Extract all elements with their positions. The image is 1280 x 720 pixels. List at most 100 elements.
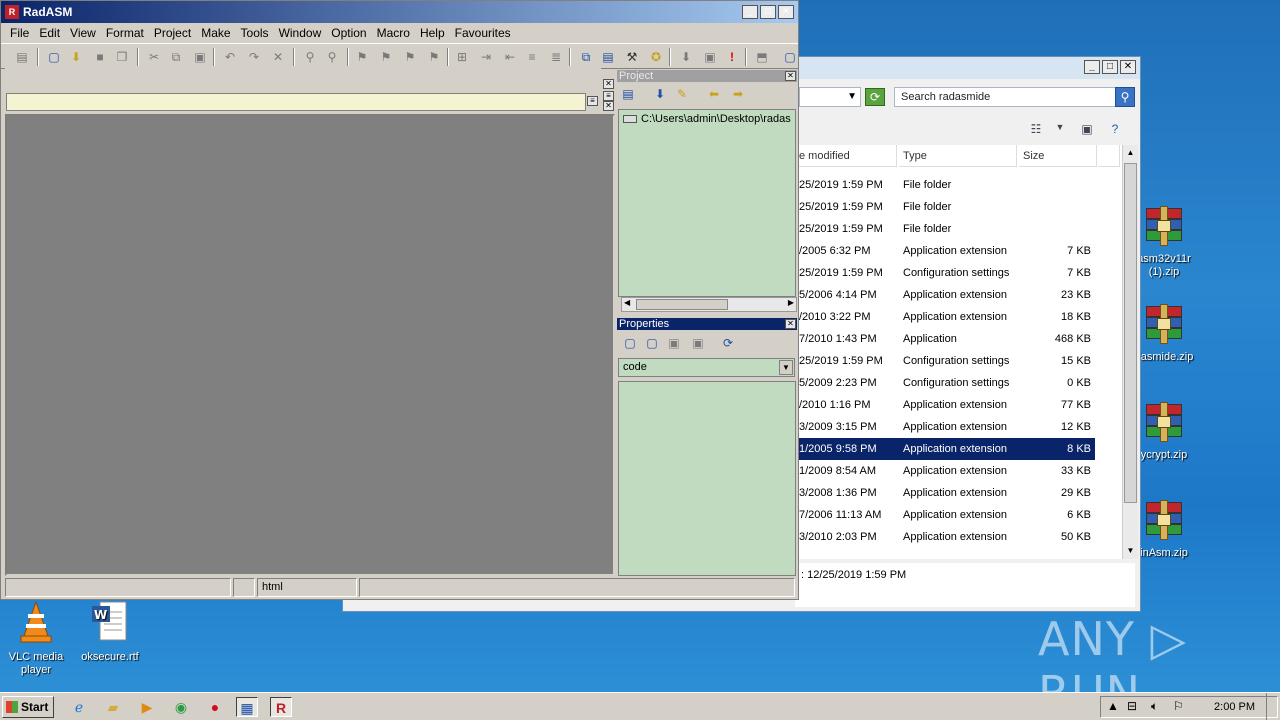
- open-file-icon[interactable]: ⬇: [67, 48, 85, 66]
- properties-panel-header[interactable]: Properties: [617, 318, 797, 330]
- view-options-icon[interactable]: ☷: [1027, 122, 1045, 138]
- horizontal-scrollbar[interactable]: ◀ ▶: [621, 297, 797, 312]
- menu-format[interactable]: Format: [101, 23, 149, 43]
- tools-icon[interactable]: ⚒: [623, 48, 641, 66]
- save-all-icon[interactable]: ❐: [113, 48, 131, 66]
- find-icon[interactable]: ⚲: [301, 48, 319, 66]
- search-input[interactable]: Search radasmide: [894, 87, 1116, 107]
- network-icon[interactable]: ⊟: [1127, 699, 1137, 713]
- close-icon[interactable]: ✕: [785, 319, 796, 329]
- file-row[interactable]: 25/2019 1:59 PM File folder: [795, 218, 1095, 240]
- clock[interactable]: 2:00 PM: [1214, 701, 1255, 713]
- maximize-button[interactable]: □: [1102, 60, 1118, 74]
- file-row[interactable]: 7/2010 1:43 PM Application 468 KB: [795, 328, 1095, 350]
- project-panel-header[interactable]: Project: [617, 70, 797, 82]
- bookmark-prev-icon[interactable]: ⚑: [401, 48, 419, 66]
- volume-icon[interactable]: 🔈︎: [1151, 699, 1158, 714]
- prop-code-icon[interactable]: ▢: [643, 334, 661, 352]
- refresh-button[interactable]: ⟳: [865, 88, 885, 106]
- task-window-icon[interactable]: ▦: [236, 697, 258, 717]
- close-icon[interactable]: ≡: [603, 91, 614, 101]
- scroll-up-icon[interactable]: ▲: [1123, 145, 1138, 161]
- add-existing-icon[interactable]: ✎: [673, 85, 691, 103]
- cut-icon[interactable]: ✂: [145, 48, 163, 66]
- folder-forward-icon[interactable]: ➡: [729, 85, 747, 103]
- file-row[interactable]: 3/2008 1:36 PM Application extension 29 KB: [795, 482, 1095, 504]
- project-tree[interactable]: C:\Users\admin\Desktop\radas: [618, 109, 796, 297]
- opera-icon[interactable]: ●: [204, 697, 226, 717]
- column-header-extra[interactable]: [1098, 145, 1120, 167]
- radasm-window[interactable]: R RadASM _ □ ✕ File Edit View Format Project…: [0, 0, 799, 600]
- media-player-icon[interactable]: ▶: [136, 697, 158, 717]
- menu-option[interactable]: Option: [326, 23, 371, 43]
- column-header-type[interactable]: Type: [899, 145, 1017, 167]
- properties-window-icon[interactable]: ✪: [647, 48, 665, 66]
- bookmark-next-icon[interactable]: ⚑: [377, 48, 395, 66]
- start-button[interactable]: Start: [2, 696, 54, 718]
- file-row[interactable]: /2010 1:16 PM Application extension 77 KB: [795, 394, 1095, 416]
- vertical-scrollbar[interactable]: ▲ ▼: [1122, 145, 1138, 559]
- file-row[interactable]: 5/2009 2:23 PM Configuration settings 0 KB: [795, 372, 1095, 394]
- file-row[interactable]: 5/2006 4:14 PM Application extension 23 KB: [795, 284, 1095, 306]
- compile-icon[interactable]: ⬇: [677, 48, 695, 66]
- maximize-button[interactable]: □: [760, 5, 776, 19]
- radasm-task-icon[interactable]: R: [270, 697, 292, 717]
- debug-icon[interactable]: ⬒: [753, 48, 771, 66]
- redo-icon[interactable]: ↷: [245, 48, 263, 66]
- undo-icon[interactable]: ↶: [221, 48, 239, 66]
- menu-help[interactable]: Help: [415, 23, 450, 43]
- menu-file[interactable]: File: [5, 23, 34, 43]
- tray-expand-icon[interactable]: ▲: [1107, 699, 1119, 713]
- file-row[interactable]: 3/2010 2:03 PM Application extension 50 KB: [795, 526, 1095, 548]
- properties-type-select[interactable]: code ▼: [618, 358, 795, 377]
- extra-tool-icon[interactable]: ▢: [781, 48, 799, 66]
- replace-icon[interactable]: ⚲: [323, 48, 341, 66]
- close-button[interactable]: ✕: [1120, 60, 1136, 74]
- file-row[interactable]: /2005 6:32 PM Application extension 7 KB: [795, 240, 1095, 262]
- menu-make[interactable]: Make: [196, 23, 235, 43]
- menu-favourites[interactable]: Favourites: [450, 23, 516, 43]
- comment-icon[interactable]: ≡: [523, 48, 541, 66]
- file-row[interactable]: 3/2009 3:15 PM Application extension 12 KB: [795, 416, 1095, 438]
- close-icon[interactable]: ✕: [603, 79, 614, 89]
- menu-macro[interactable]: Macro: [372, 23, 415, 43]
- file-list[interactable]: e modified Type Size 25/2019 1:59 PM File…: [795, 145, 1133, 559]
- prop-refresh-icon[interactable]: ⟳: [719, 334, 737, 352]
- prop-view-icon[interactable]: ▢: [621, 334, 639, 352]
- column-header-size[interactable]: Size: [1019, 145, 1097, 167]
- delete-icon[interactable]: ✕: [269, 48, 287, 66]
- code-combo[interactable]: [6, 93, 586, 111]
- save-icon[interactable]: ■: [91, 48, 109, 66]
- explorer-folder-icon[interactable]: ▰: [102, 697, 124, 717]
- indent-icon[interactable]: ⇥: [477, 48, 495, 66]
- build-icon[interactable]: ▣: [701, 48, 719, 66]
- close-icon[interactable]: ≡: [587, 96, 598, 106]
- tree-node-drive[interactable]: C:\Users\admin\Desktop\radas: [623, 113, 791, 125]
- file-row[interactable]: 25/2019 1:59 PM File folder: [795, 196, 1095, 218]
- new-file-icon[interactable]: ▢: [45, 48, 63, 66]
- project-browser-icon[interactable]: ▤: [619, 85, 637, 103]
- column-header-date[interactable]: e modified: [795, 145, 897, 167]
- outline-icon[interactable]: ⊞: [453, 48, 471, 66]
- menu-edit[interactable]: Edit: [34, 23, 65, 43]
- menu-tools[interactable]: Tools: [236, 23, 274, 43]
- uncomment-icon[interactable]: ≣: [547, 48, 565, 66]
- run-icon[interactable]: !: [723, 48, 741, 66]
- bookmark-clear-icon[interactable]: ⚑: [425, 48, 443, 66]
- folder-back-icon[interactable]: ⬅: [705, 85, 723, 103]
- properties-list[interactable]: [618, 381, 796, 576]
- close-icon[interactable]: ✕: [603, 101, 614, 111]
- scroll-thumb[interactable]: [1124, 163, 1137, 503]
- search-icon[interactable]: ⚲: [1115, 87, 1135, 107]
- prop-data-icon[interactable]: ▣: [689, 334, 707, 352]
- show-desktop-button[interactable]: [1266, 693, 1280, 720]
- chevron-down-icon[interactable]: ▼: [1051, 122, 1069, 138]
- print-icon[interactable]: ▤: [13, 48, 31, 66]
- close-button[interactable]: ✕: [778, 5, 794, 19]
- scroll-thumb[interactable]: [636, 299, 728, 310]
- copy-icon[interactable]: ⧉: [167, 48, 185, 66]
- file-row[interactable]: 25/2019 1:59 PM File folder: [795, 174, 1095, 196]
- desktop-icon-vlc[interactable]: VLC media player: [0, 600, 72, 677]
- file-row[interactable]: 1/2009 8:54 AM Application extension 33 KB: [795, 460, 1095, 482]
- menu-project[interactable]: Project: [149, 23, 196, 43]
